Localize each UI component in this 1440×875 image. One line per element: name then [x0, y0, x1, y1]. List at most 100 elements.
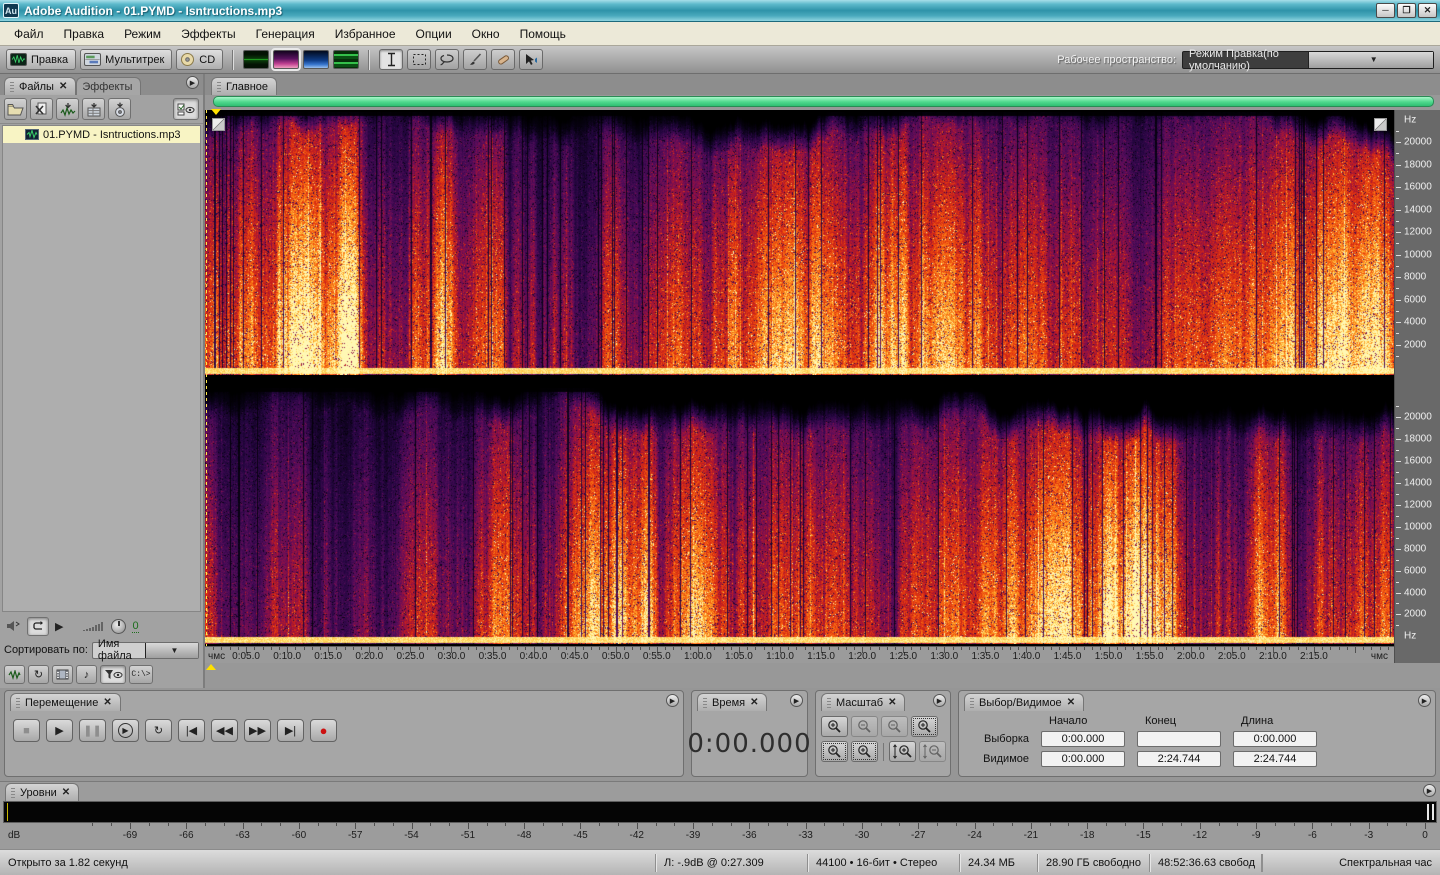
loop-preview-button[interactable] — [27, 617, 49, 636]
close-icon[interactable]: ✕ — [1067, 697, 1075, 708]
play-button[interactable]: ▶ — [46, 719, 73, 742]
pause-button[interactable]: ❚❚ — [79, 719, 106, 742]
level-meter[interactable] — [3, 801, 1437, 823]
minimize-button[interactable]: ─ — [1376, 3, 1395, 18]
go-to-end-button[interactable]: ▶| — [277, 719, 304, 742]
stop-button[interactable]: ■ — [13, 719, 40, 742]
time-value-field[interactable]: 0:00.000 — [1041, 731, 1125, 747]
waveform-display-button[interactable] — [243, 50, 269, 69]
menu-Эффекты[interactable]: Эффекты — [171, 24, 246, 44]
tab-levels[interactable]: Уровни ✕ — [5, 783, 79, 801]
scrub-tool[interactable] — [519, 49, 543, 70]
panel-menu-icon[interactable]: ▶ — [1418, 694, 1431, 707]
zoom-in-right-edge-button[interactable] — [851, 741, 878, 762]
tab-time[interactable]: Время ✕ — [697, 693, 767, 711]
playhead-line[interactable] — [206, 110, 207, 646]
frequency-ruler[interactable]: Hz20000180001600014000120001000080006000… — [1394, 110, 1440, 663]
preview-play-icon[interactable]: ▶ — [55, 620, 63, 633]
zoom-to-selection-button[interactable] — [911, 716, 938, 737]
menu-Файл[interactable]: Файл — [4, 24, 54, 44]
play-from-cursor-button[interactable]: ▶ — [112, 719, 139, 742]
menu-Избранное[interactable]: Избранное — [325, 24, 406, 44]
tab-zoom[interactable]: Масштаб ✕ — [821, 693, 905, 711]
spectrogram-left-channel[interactable] — [205, 112, 1394, 375]
volume-value[interactable]: 0 — [132, 620, 138, 633]
spectrogram-right-channel[interactable] — [205, 388, 1394, 644]
advanced-options-toggle[interactable] — [173, 98, 199, 120]
spectral-phase-display-button[interactable] — [333, 50, 359, 69]
zoom-out-vertically-button[interactable] — [919, 741, 946, 762]
time-value-field[interactable]: 0:00.000 — [1041, 751, 1125, 767]
close-icon[interactable]: ✕ — [59, 81, 67, 92]
record-button[interactable]: ● — [310, 719, 337, 742]
close-icon[interactable]: ✕ — [103, 697, 111, 708]
time-value-field[interactable]: 2:24.744 — [1233, 751, 1317, 767]
playhead-marker-bottom-icon[interactable] — [206, 664, 216, 670]
restore-button[interactable]: ❐ — [1397, 3, 1416, 18]
time-display[interactable]: 0:00.000 — [692, 711, 807, 776]
zoom-out-full-button[interactable] — [881, 716, 908, 737]
zoom-in-vertically-button[interactable] — [889, 741, 916, 762]
chevron-down-icon[interactable]: ▼ — [1308, 52, 1434, 68]
menu-Режим[interactable]: Режим — [114, 24, 171, 44]
zoom-in-horizontally-button[interactable] — [821, 716, 848, 737]
close-file-button[interactable] — [30, 98, 53, 120]
timeline-ruler[interactable]: чмс0:05.00:10.00:15.00:20.00:25.00:30.00… — [205, 646, 1394, 663]
menu-Генерация[interactable]: Генерация — [246, 24, 325, 44]
мультитрек-mode-button[interactable]: Мультитрек — [80, 49, 172, 70]
show-loops-button[interactable]: ↻ — [28, 665, 49, 684]
zoom-corner-handle[interactable] — [1374, 118, 1387, 131]
insert-into-cd-button[interactable] — [108, 98, 131, 120]
tab-effects[interactable]: Эффекты — [76, 77, 141, 95]
time-value-field[interactable]: 2:24.744 — [1137, 751, 1221, 767]
marquee-selection-tool[interactable] — [407, 49, 431, 70]
panel-menu-icon[interactable]: ▶ — [666, 694, 679, 707]
menu-Правка[interactable]: Правка — [54, 24, 115, 44]
auto-play-icon[interactable] — [6, 620, 21, 632]
tab-selection-view[interactable]: Выбор/Видимое ✕ — [964, 693, 1084, 711]
menu-Помощь[interactable]: Помощь — [510, 24, 576, 44]
show-waveforms-button[interactable] — [4, 665, 25, 684]
close-button[interactable]: ✕ — [1418, 3, 1437, 18]
overview-scrollbar[interactable] — [213, 96, 1434, 107]
time-value-field[interactable] — [1137, 731, 1221, 747]
go-to-beginning-button[interactable]: |◀ — [178, 719, 205, 742]
fast-forward-button[interactable]: ▶▶ — [244, 719, 271, 742]
show-video-button[interactable] — [52, 665, 73, 684]
spectral-pan-display-button[interactable] — [303, 50, 329, 69]
show-midi-button[interactable]: ♪ — [76, 665, 97, 684]
insert-into-multitrack-session-button[interactable] — [82, 98, 105, 120]
lasso-selection-tool[interactable] — [435, 49, 459, 70]
zoom-out-horizontally-button[interactable] — [851, 716, 878, 737]
rewind-button[interactable]: ◀◀ — [211, 719, 238, 742]
insert-into-multitrack-button[interactable] — [56, 98, 79, 120]
close-icon[interactable]: ✕ — [62, 787, 70, 798]
close-icon[interactable]: ✕ — [750, 697, 758, 708]
spot-healing-brush-tool[interactable] — [491, 49, 515, 70]
open-file-button[interactable] — [4, 98, 27, 120]
panel-menu-icon[interactable]: ▶ — [186, 76, 199, 89]
chevron-down-icon[interactable]: ▼ — [145, 643, 198, 658]
playhead-marker-top-icon[interactable] — [211, 109, 221, 115]
cd-mode-button[interactable]: CD — [176, 49, 223, 70]
zoom-corner-handle[interactable] — [212, 118, 225, 131]
sort-dropdown[interactable]: Имя файла ▼ — [92, 642, 199, 659]
spectral-display[interactable] — [205, 110, 1394, 646]
effects-paintbrush-tool[interactable] — [463, 49, 487, 70]
workspace-dropdown[interactable]: Режим Правка(по умолчанию) ▼ — [1182, 51, 1434, 69]
volume-knob[interactable] — [111, 619, 126, 634]
play-looped-button[interactable]: ↻ — [145, 719, 172, 742]
tab-files[interactable]: Файлы ✕ — [4, 77, 76, 95]
menu-Окно[interactable]: Окно — [462, 24, 510, 44]
time-selection-tool[interactable] — [379, 49, 403, 70]
zoom-in-left-edge-button[interactable] — [821, 741, 848, 762]
close-icon[interactable]: ✕ — [888, 697, 896, 708]
panel-menu-icon[interactable]: ▶ — [1423, 784, 1436, 797]
show-full-paths-button[interactable]: C:\> — [129, 665, 153, 684]
volume-bars-icon[interactable] — [83, 621, 105, 632]
правка-mode-button[interactable]: Правка — [6, 49, 76, 70]
filter-options-toggle[interactable] — [100, 665, 126, 684]
menu-Опции[interactable]: Опции — [406, 24, 462, 44]
spectral-frequency-display-button[interactable] — [273, 50, 299, 69]
tab-main[interactable]: Главное — [211, 77, 277, 95]
